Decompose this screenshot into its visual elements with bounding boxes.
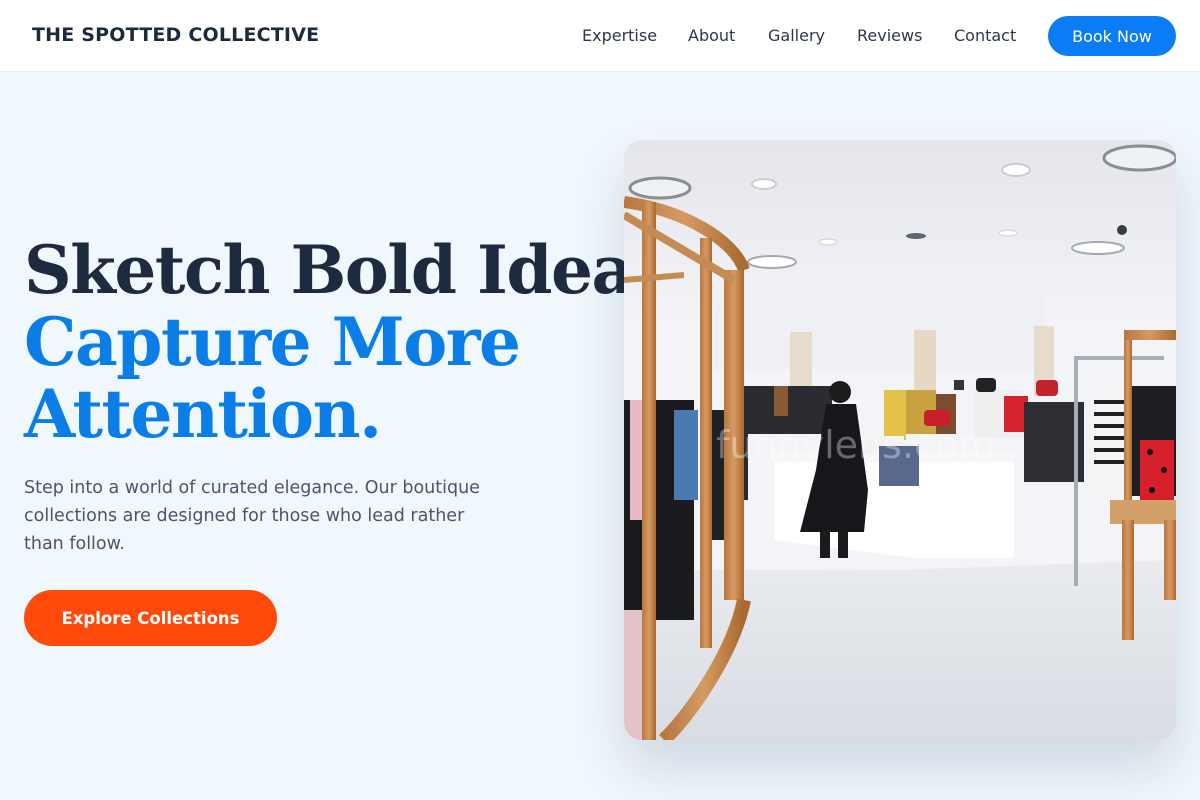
- boutique-photo-illustration: funnylens.com: [624, 140, 1176, 740]
- hero-description: Step into a world of curated elegance. O…: [24, 478, 480, 554]
- nav-link-about[interactable]: About: [688, 26, 735, 45]
- site-header: THE SPOTTED COLLECTIVE Expertise About G…: [0, 0, 1200, 72]
- explore-collections-button[interactable]: Explore Collections: [24, 590, 277, 646]
- book-now-button[interactable]: Book Now: [1048, 16, 1176, 56]
- nav-link-gallery[interactable]: Gallery: [768, 26, 825, 45]
- nav-link-contact[interactable]: Contact: [954, 26, 1016, 45]
- headline-line-1: Sketch Bold Ideas,: [24, 231, 691, 309]
- image-watermark: funnylens.com: [716, 423, 995, 467]
- nav-link-expertise[interactable]: Expertise: [582, 26, 657, 45]
- headline-line-3: Attention.: [24, 375, 382, 453]
- nav-link-reviews[interactable]: Reviews: [857, 26, 922, 45]
- boutique-interior-photo: funnylens.com: [624, 140, 1176, 740]
- hero-headline: Sketch Bold Ideas, Capture More Attentio…: [24, 231, 691, 453]
- headline-line-2: Capture More: [24, 303, 521, 381]
- brand-logo-text[interactable]: THE SPOTTED COLLECTIVE: [32, 24, 319, 46]
